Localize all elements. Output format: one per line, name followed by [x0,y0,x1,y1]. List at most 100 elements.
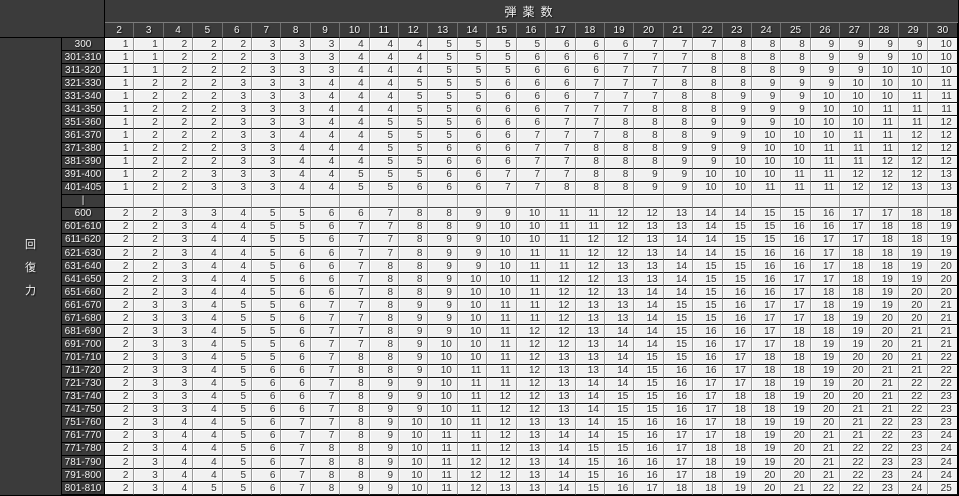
data-cell: 3 [134,364,164,378]
data-cell: 9 [663,142,694,156]
data-cell: 5 [193,482,223,495]
data-cell: 1 [134,51,164,65]
data-cell: 13 [487,482,517,495]
data-cell: 12 [487,416,517,430]
data-cell: 14 [546,456,576,470]
row-label: 301-310 [62,51,105,65]
table-row: 771-780 2 3 4 4 5 6 7 8 8 9 10 11 11 12 13 14 15 15 16 17 18 1… [62,442,958,456]
data-cell: 5 [369,129,400,143]
data-cell: 3 [252,155,282,169]
data-cell: 5 [399,142,429,156]
row-label: 681-690 [62,325,105,339]
data-cell: 5 [252,247,282,261]
data-cell: 17 [693,390,723,404]
data-cell: 4 [222,286,253,300]
data-cell: 7 [487,168,517,182]
data-cell: 7 [310,390,341,404]
data-cell: 5 [516,38,547,52]
data-cell: 11 [457,416,488,430]
data-cell [546,194,576,208]
data-cell: 2 [222,38,253,52]
data-cell: 7 [546,116,576,130]
data-cell: 5 [222,390,253,404]
data-cell: 2 [134,247,164,261]
data-cell: 12 [457,469,488,483]
data-cell: 3 [134,299,164,313]
data-cell: 14 [604,377,635,391]
data-cell: 5 [428,38,458,52]
data-cell: 8 [369,325,400,339]
data-cell: 9 [428,299,458,313]
data-cell: 9 [369,469,400,483]
data-cell: 14 [634,338,664,352]
data-cell: 9 [399,351,429,365]
data-cell: 23 [869,482,899,495]
data-cell: 9 [428,325,458,339]
data-cell: 5 [457,64,488,78]
data-cell: 12 [487,403,517,417]
data-cell: 13 [546,377,576,391]
table-row: 600 2 2 3 3 4 5 5 6 6 7 8 8 9 9 10 11 11 12 12 13 14 14 15 15 16 1… [62,207,958,221]
data-cell: 8 [634,142,664,156]
data-cell: 12 [928,155,958,169]
data-cell: 3 [134,390,164,404]
data-cell: 7 [546,103,576,117]
data-cell: 12 [928,116,958,130]
data-cell: 14 [604,364,635,378]
data-cell: 13 [604,286,635,300]
data-cell: 8 [399,247,429,261]
data-cell: 8 [340,390,370,404]
data-cell: 4 [222,233,253,247]
data-cell: 9 [751,90,782,104]
data-cell: 6 [310,286,341,300]
data-cell: 6 [428,168,458,182]
data-cell: 11 [428,456,458,470]
data-cell: 17 [663,456,694,470]
data-cell: 17 [693,429,723,443]
data-cell: 18 [869,220,899,234]
data-cell: 10 [487,260,517,274]
data-cell: 9 [457,260,488,274]
data-cell: 4 [222,260,253,274]
data-cell: 4 [222,207,253,221]
data-cell: 9 [781,90,811,104]
data-cell: 17 [751,338,782,352]
data-cell: 6 [487,116,517,130]
data-cell: 7 [516,129,547,143]
data-cell: 14 [575,429,605,443]
data-cell: 1 [105,168,135,182]
data-cell: 10 [457,312,488,326]
data-cell: 17 [722,377,752,391]
data-cell: 4 [340,116,370,130]
data-cell: 4 [340,129,370,143]
data-cell: 25 [928,482,958,495]
data-cell: 6 [546,77,576,91]
row-label: 371-380 [62,142,105,156]
data-cell: 14 [604,325,635,339]
data-cell: 5 [222,299,253,313]
data-cell: 15 [693,260,723,274]
data-cell: 16 [781,233,811,247]
data-cell: 5 [222,416,253,430]
data-cell: 14 [546,469,576,483]
data-cell: 2 [193,77,223,91]
ammo-recovery-table: 弾薬数 2 3 4 5 6 7 8 9 10 11 12 13 14 15 16 17 18 19 20 21 22 23… [0,0,959,496]
data-cell [722,194,752,208]
data-cell: 10 [487,286,517,300]
data-cell: 11 [487,312,517,326]
data-cell: 15 [604,442,635,456]
data-cell: 9 [399,325,429,339]
data-cell: 5 [369,168,400,182]
col-header: 21 [663,23,694,38]
data-cell: 6 [457,103,488,117]
data-cell: 14 [546,429,576,443]
data-cell: 4 [340,64,370,78]
data-cell: 2 [193,90,223,104]
data-cell: 12 [516,351,547,365]
data-cell [840,194,870,208]
data-cell: 21 [928,299,958,313]
data-cell: 5 [252,273,282,287]
table-header-band: 弾薬数 2 3 4 5 6 7 8 9 10 11 12 13 14 15 16 17 18 19 20 21 22 23… [0,0,958,38]
data-cell: 2 [222,64,253,78]
data-cell: 3 [281,38,311,52]
